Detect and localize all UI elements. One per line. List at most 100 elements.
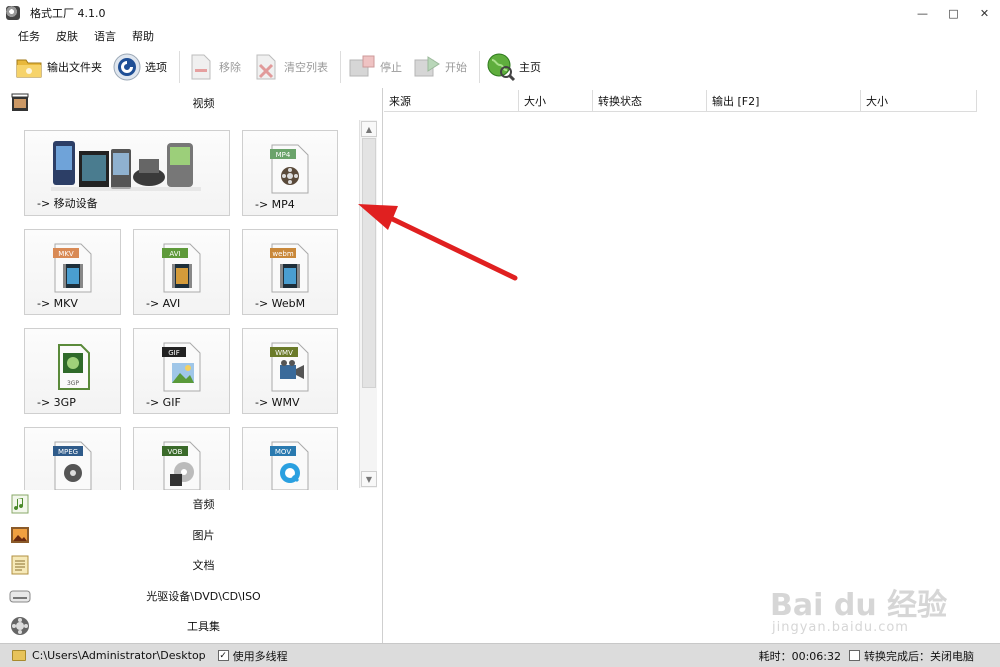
gif-file-icon: GIF bbox=[160, 341, 204, 393]
category-image[interactable]: 图片 bbox=[0, 520, 383, 550]
category-panel: 视频 -> 移动设备 MP4 -> MP4 MKV -> MKV AVI -> … bbox=[0, 88, 383, 644]
toolbar-separator bbox=[340, 51, 341, 83]
after-done-label: 转换完成后：关闭电脑 bbox=[864, 649, 974, 663]
maximize-button[interactable]: □ bbox=[938, 0, 969, 26]
tile-3gp[interactable]: 3GP -> 3GP bbox=[24, 328, 121, 414]
category-video[interactable]: 视频 bbox=[0, 88, 383, 118]
vob-badge: VOB bbox=[167, 448, 182, 456]
clear-list-icon bbox=[251, 52, 281, 82]
scrollbar-thumb[interactable] bbox=[362, 138, 376, 388]
remove-label: 移除 bbox=[219, 61, 241, 74]
task-list[interactable]: 来源 大小 转换状态 输出 [F2] 大小 bbox=[384, 88, 1000, 644]
scroll-down-icon[interactable]: ▼ bbox=[361, 471, 377, 487]
menu-skin[interactable]: 皮肤 bbox=[56, 28, 78, 44]
tile-wmv[interactable]: WMV -> WMV bbox=[242, 328, 338, 414]
start-icon bbox=[412, 52, 442, 82]
stop-label: 停止 bbox=[380, 61, 402, 74]
globe-icon bbox=[486, 52, 516, 82]
close-button[interactable]: ✕ bbox=[969, 0, 1000, 26]
category-disc[interactable]: 光驱设备\DVD\CD\ISO bbox=[0, 581, 383, 611]
tile-mkv[interactable]: MKV -> MKV bbox=[24, 229, 121, 315]
menu-task[interactable]: 任务 bbox=[18, 28, 40, 44]
options-icon bbox=[112, 52, 142, 82]
status-right: 耗时：00:06:32 转换完成后：关闭电脑 bbox=[759, 648, 974, 664]
tile-mp4[interactable]: MP4 -> MP4 bbox=[242, 130, 338, 216]
tile-avi[interactable]: AVI -> AVI bbox=[133, 229, 230, 315]
category-document[interactable]: 文档 bbox=[0, 550, 383, 580]
tile-vob[interactable]: VOB bbox=[133, 427, 230, 490]
multithread-label: 使用多线程 bbox=[232, 649, 288, 663]
watermark-url: jingyan.baidu.com bbox=[772, 620, 909, 635]
minimize-button[interactable]: — bbox=[907, 0, 938, 26]
tile-mobile-device[interactable]: -> 移动设备 bbox=[24, 130, 230, 216]
column-size[interactable]: 大小 bbox=[519, 90, 593, 112]
tile-mov[interactable]: MOV bbox=[242, 427, 338, 490]
start-button[interactable]: 开始 bbox=[412, 50, 471, 84]
toolbar: 输出文件夹 选项 移除 清空列表 停止 开始 主页 bbox=[0, 46, 1000, 88]
stop-button[interactable]: 停止 bbox=[347, 50, 406, 84]
video-category-icon bbox=[9, 92, 31, 114]
image-category-icon bbox=[9, 524, 31, 546]
3gp-badge: 3GP bbox=[66, 380, 78, 387]
audio-category-icon bbox=[9, 493, 31, 515]
clear-list-button[interactable]: 清空列表 bbox=[251, 50, 332, 84]
menu-help[interactable]: 帮助 bbox=[132, 28, 154, 44]
tile-label: -> WebM bbox=[255, 297, 306, 310]
home-button[interactable]: 主页 bbox=[486, 50, 545, 84]
category-image-label: 图片 bbox=[192, 529, 215, 542]
mpeg-file-icon: MPEG bbox=[51, 440, 95, 490]
tile-label: -> GIF bbox=[146, 396, 181, 409]
folder-icon bbox=[14, 52, 44, 82]
output-folder-button[interactable]: 输出文件夹 bbox=[14, 50, 106, 84]
document-category-icon bbox=[9, 554, 31, 576]
vob-file-icon: VOB bbox=[160, 440, 204, 490]
category-tools[interactable]: 工具集 bbox=[0, 611, 383, 641]
category-disc-label: 光驱设备\DVD\CD\ISO bbox=[146, 590, 261, 603]
column-output-size[interactable]: 大小 bbox=[861, 90, 977, 112]
menu-language[interactable]: 语言 bbox=[94, 28, 116, 44]
app-icon bbox=[6, 6, 20, 20]
tile-label: -> MKV bbox=[37, 297, 78, 310]
wmv-file-icon: WMV bbox=[268, 341, 312, 393]
output-path: C:\Users\Administrator\Desktop bbox=[32, 649, 206, 662]
webm-file-icon: webm bbox=[268, 242, 312, 294]
mobile-devices-icon bbox=[51, 137, 201, 194]
column-status[interactable]: 转换状态 bbox=[593, 90, 707, 112]
mp4-badge: MP4 bbox=[276, 151, 291, 159]
category-audio[interactable]: 音频 bbox=[0, 489, 383, 519]
options-label: 选项 bbox=[145, 61, 167, 74]
tools-category-icon bbox=[9, 615, 31, 637]
tile-webm[interactable]: webm -> WebM bbox=[242, 229, 338, 315]
scroll-up-icon[interactable]: ▲ bbox=[361, 121, 377, 137]
3gp-file-icon: 3GP bbox=[51, 341, 95, 393]
avi-file-icon: AVI bbox=[160, 242, 204, 294]
tile-label: -> WMV bbox=[255, 396, 300, 409]
category-tools-label: 工具集 bbox=[187, 620, 220, 633]
mkv-file-icon: MKV bbox=[51, 242, 95, 294]
column-output[interactable]: 输出 [F2] bbox=[707, 90, 861, 112]
stop-icon bbox=[347, 52, 377, 82]
elapsed-time: 耗时：00:06:32 bbox=[758, 649, 841, 663]
tile-gif[interactable]: GIF -> GIF bbox=[133, 328, 230, 414]
remove-button[interactable]: 移除 bbox=[186, 50, 245, 84]
toolbar-separator bbox=[179, 51, 180, 83]
category-audio-label: 音频 bbox=[192, 498, 215, 511]
tile-label: -> MP4 bbox=[255, 198, 295, 211]
format-grid-scrollbar[interactable]: ▲ ▼ bbox=[359, 120, 377, 488]
gif-badge: GIF bbox=[168, 349, 180, 357]
options-button[interactable]: 选项 bbox=[112, 50, 171, 84]
format-grid: -> 移动设备 MP4 -> MP4 MKV -> MKV AVI -> AVI… bbox=[0, 118, 383, 490]
tile-label: -> 移动设备 bbox=[37, 197, 98, 210]
menu-bar: 任务 皮肤 语言 帮助 bbox=[0, 26, 1000, 46]
mov-file-icon: MOV bbox=[268, 440, 312, 490]
after-done-checkbox[interactable] bbox=[849, 650, 860, 661]
category-video-label: 视频 bbox=[192, 97, 215, 110]
tile-mpeg[interactable]: MPEG bbox=[24, 427, 121, 490]
multithread-checkbox[interactable]: ✓ bbox=[217, 650, 229, 661]
watermark-logo: Bai du 经验 bbox=[770, 588, 948, 623]
column-source[interactable]: 来源 bbox=[384, 90, 519, 112]
output-folder-icon[interactable] bbox=[12, 650, 26, 661]
mp4-file-icon: MP4 bbox=[268, 143, 312, 195]
window-controls: — □ ✕ bbox=[907, 0, 1000, 26]
output-folder-label: 输出文件夹 bbox=[47, 61, 102, 74]
